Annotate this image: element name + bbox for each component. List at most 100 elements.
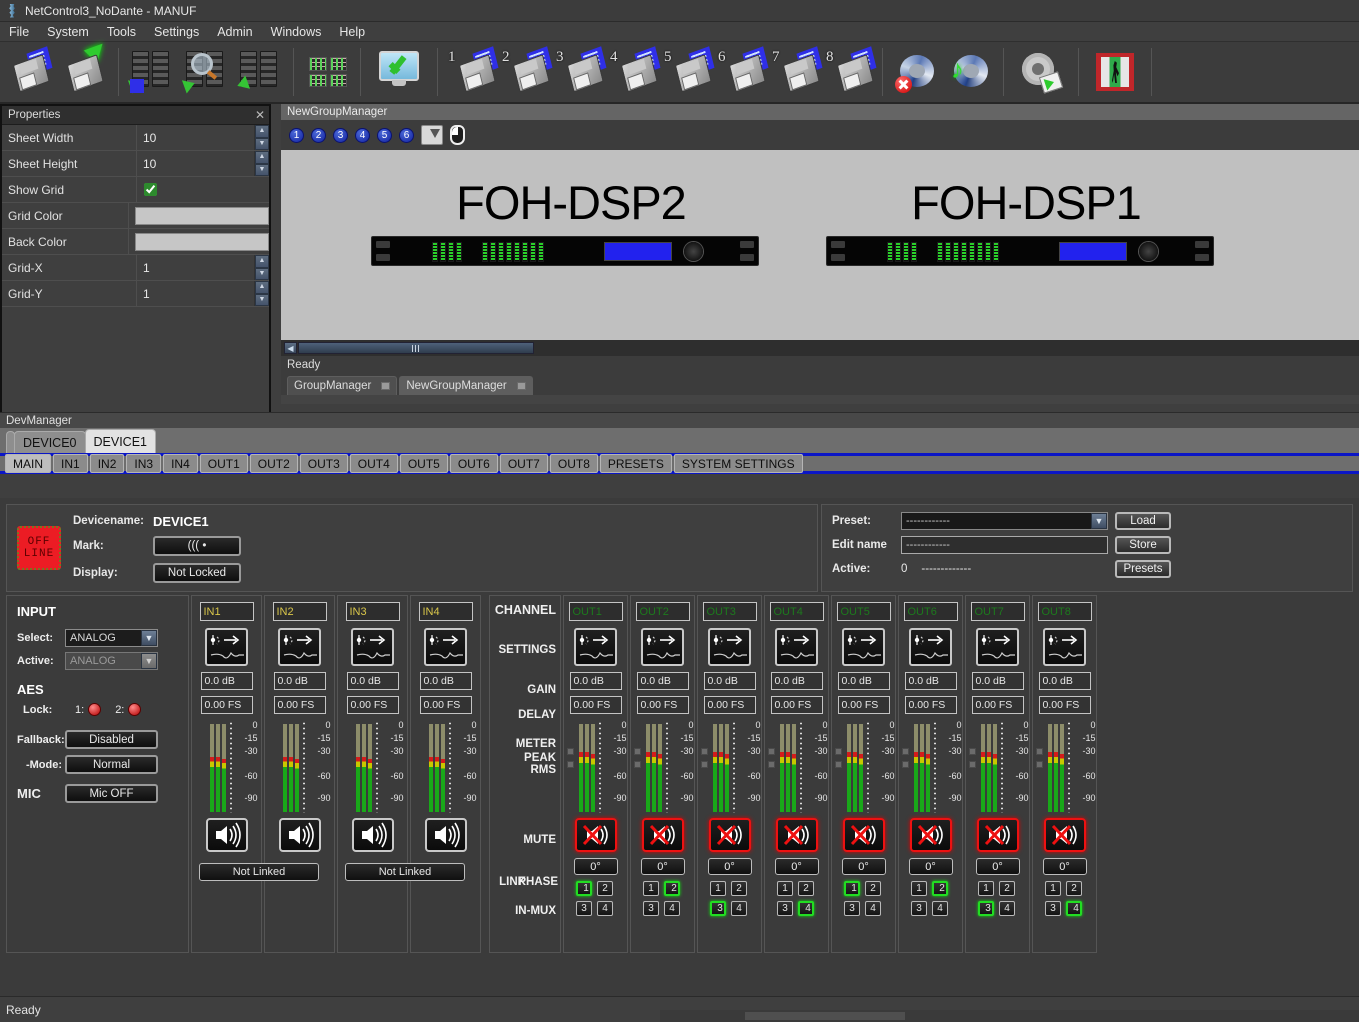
mux-button-4[interactable]: 4 [798, 901, 814, 916]
mux-button-2[interactable]: 2 [932, 881, 948, 896]
property-value[interactable]: 10 [137, 151, 254, 176]
channel-name[interactable]: OUT6 [903, 602, 958, 621]
hand-tool-icon[interactable] [421, 125, 443, 145]
spinner-sheet-height[interactable]: ▲ ▼ [254, 151, 269, 176]
delay-value[interactable]: 0.00 FS [636, 696, 689, 714]
scroll-left-icon[interactable]: ◀ [284, 342, 297, 354]
preset-save-5-icon[interactable]: 5 [661, 45, 715, 99]
phase-button[interactable]: 0° [841, 858, 886, 875]
delay-value[interactable]: 0.00 FS [703, 696, 756, 714]
eq-curve-icon[interactable] [641, 628, 684, 666]
property-value[interactable] [129, 229, 269, 254]
tab-out8[interactable]: OUT8 [549, 454, 598, 473]
channel-name[interactable]: OUT1 [568, 602, 623, 621]
delay-value[interactable]: 0.00 FS [569, 696, 622, 714]
phase-button[interactable]: 0° [975, 858, 1020, 875]
channel-name[interactable]: OUT3 [702, 602, 757, 621]
mouse-pointer-icon[interactable] [450, 125, 465, 145]
mux-button-4[interactable]: 4 [664, 901, 680, 916]
mux-button-2[interactable]: 2 [798, 881, 814, 896]
spinner-sheet-width[interactable]: ▲ ▼ [254, 125, 269, 150]
tab-device0[interactable]: DEVICE0 [14, 431, 86, 453]
mux-button-4[interactable]: 4 [865, 901, 881, 916]
property-row-grid-color[interactable]: Grid Color [2, 203, 269, 229]
settings-gear-icon[interactable] [1011, 45, 1071, 99]
monitor-check-icon[interactable] [368, 45, 430, 99]
mux-button-3[interactable]: 3 [978, 901, 994, 916]
mute-button[interactable] [909, 818, 952, 852]
menu-admin[interactable]: Admin [208, 23, 261, 41]
gain-value[interactable]: 0.0 dB [636, 672, 689, 690]
mux-button-3[interactable]: 3 [643, 901, 659, 916]
mux-button-1[interactable]: 1 [643, 881, 659, 896]
eq-curve-icon[interactable] [708, 628, 751, 666]
tab-in2[interactable]: IN2 [89, 454, 125, 473]
rack-download-icon[interactable] [126, 45, 178, 99]
menu-windows[interactable]: Windows [262, 23, 331, 41]
tone-generator-icon[interactable]: ♪ [944, 45, 996, 99]
tab-device1[interactable]: DEVICE1 [84, 429, 156, 453]
store-button[interactable]: Store [1115, 536, 1171, 554]
input-link-button-1-2[interactable]: Not Linked [199, 863, 319, 881]
delay-value[interactable]: 0.00 FS [419, 696, 472, 714]
gain-value[interactable]: 0.0 dB [904, 672, 957, 690]
mux-button-1[interactable]: 1 [911, 881, 927, 896]
mux-button-4[interactable]: 4 [999, 901, 1015, 916]
tab-out1[interactable]: OUT1 [199, 454, 248, 473]
tab-out3[interactable]: OUT3 [299, 454, 348, 473]
editname-input[interactable]: ------------ [901, 536, 1108, 554]
mux-button-2[interactable]: 2 [1066, 881, 1082, 896]
property-row-back-color[interactable]: Back Color [2, 229, 269, 255]
spin-down-icon[interactable]: ▼ [255, 293, 269, 306]
load-button[interactable]: Load [1115, 512, 1171, 530]
speaker-icon[interactable] [424, 818, 467, 852]
gain-value[interactable]: 0.0 dB [971, 672, 1024, 690]
gain-value[interactable]: 0.0 dB [419, 672, 472, 690]
gain-value[interactable]: 0.0 dB [200, 672, 253, 690]
tab-main[interactable]: MAIN [5, 454, 51, 473]
property-row-grid-x[interactable]: Grid-X 1 ▲ ▼ [2, 255, 269, 281]
preset-save-4-icon[interactable]: 4 [607, 45, 661, 99]
speaker-icon[interactable] [278, 818, 321, 852]
tab-in4[interactable]: IN4 [163, 454, 198, 473]
mute-all-icon[interactable] [890, 45, 942, 99]
property-value[interactable]: 10 [137, 125, 254, 150]
spin-down-icon[interactable]: ▼ [255, 267, 269, 280]
channel-name[interactable]: OUT4 [769, 602, 824, 621]
eq-curve-icon[interactable] [775, 628, 818, 666]
eq-curve-icon[interactable] [574, 628, 617, 666]
mute-button[interactable] [1043, 818, 1086, 852]
save-blue-icon[interactable] [5, 45, 57, 99]
property-row-show-grid[interactable]: Show Grid [2, 177, 269, 203]
mux-button-1[interactable]: 1 [1045, 881, 1061, 896]
phase-button[interactable]: 0° [1042, 858, 1087, 875]
scroll-thumb[interactable] [745, 1012, 905, 1020]
mode-button[interactable]: Normal [65, 755, 158, 774]
presets-button[interactable]: Presets [1115, 560, 1171, 578]
mute-button[interactable] [641, 818, 684, 852]
save-green-icon[interactable] [59, 43, 111, 99]
mute-button[interactable] [775, 818, 818, 852]
tab-groupmanager[interactable]: GroupManager [287, 376, 398, 395]
delay-value[interactable]: 0.00 FS [904, 696, 957, 714]
eq-curve-icon[interactable] [424, 628, 467, 666]
close-icon[interactable]: ✕ [255, 108, 265, 122]
tab-system-settings[interactable]: SYSTEM SETTINGS [673, 454, 803, 473]
spin-down-icon[interactable]: ▼ [255, 137, 269, 150]
channel-name[interactable]: OUT2 [635, 602, 690, 621]
input-select-dropdown[interactable]: ANALOG ▼ [65, 629, 158, 647]
device-node-2[interactable]: FOH-DSP1 [826, 175, 1226, 266]
chevron-down-icon[interactable]: ▼ [1091, 513, 1107, 529]
group-button-4[interactable]: 4 [355, 127, 370, 143]
spin-up-icon[interactable]: ▲ [255, 281, 269, 294]
rack-upload-icon[interactable] [234, 45, 286, 99]
mux-button-3[interactable]: 3 [710, 901, 726, 916]
mux-button-3[interactable]: 3 [777, 901, 793, 916]
mux-button-3[interactable]: 3 [1045, 901, 1061, 916]
eq-curve-icon[interactable] [278, 628, 321, 666]
preset-save-3-icon[interactable]: 3 [553, 45, 607, 99]
mux-button-1[interactable]: 1 [710, 881, 726, 896]
mux-button-2[interactable]: 2 [664, 881, 680, 896]
scroll-thumb[interactable] [298, 342, 534, 354]
spinner-grid-y[interactable]: ▲ ▼ [254, 281, 269, 306]
